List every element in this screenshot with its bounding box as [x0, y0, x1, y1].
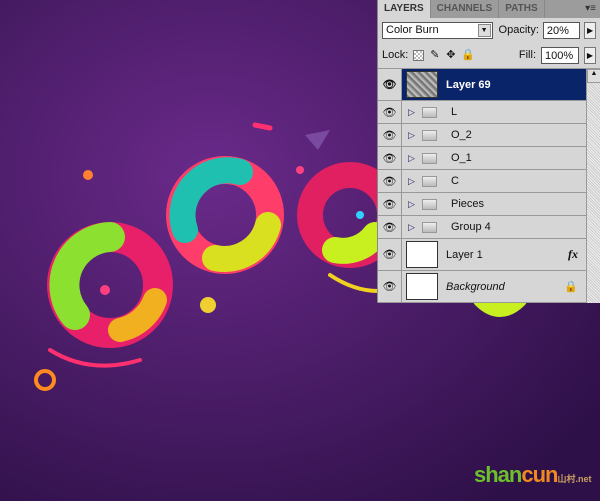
watermark-logo: shancun山村.net — [474, 462, 592, 488]
layer-row-c[interactable]: 👁 ▷ C — [378, 170, 586, 193]
eye-icon[interactable]: 👁 — [378, 147, 402, 169]
layer-name: Group 4 — [451, 221, 491, 233]
tab-paths[interactable]: PATHS — [499, 0, 545, 18]
lock-all-icon[interactable]: 🔒 — [461, 49, 475, 61]
panel-menu-icon[interactable]: ▾≡ — [585, 3, 596, 14]
eye-icon[interactable]: 👁 — [378, 101, 402, 123]
eye-icon[interactable]: 👁 — [378, 170, 402, 192]
fill-label: Fill: — [518, 49, 536, 61]
opacity-label: Opacity: — [498, 24, 539, 36]
layer-row-group-4[interactable]: 👁 ▷ Group 4 — [378, 216, 586, 239]
lock-transparency-icon[interactable] — [413, 49, 425, 61]
layer-thumbnail — [406, 273, 438, 300]
tab-channels[interactable]: CHANNELS — [431, 0, 500, 18]
opacity-slider-button[interactable]: ▶ — [584, 21, 596, 39]
folder-icon — [422, 221, 437, 233]
chevron-down-icon: ▼ — [477, 23, 491, 37]
fill-input[interactable]: 100% — [541, 46, 579, 64]
eye-icon[interactable]: 👁 — [378, 193, 402, 215]
lock-move-icon[interactable]: ✥ — [445, 49, 456, 61]
layer-name: Background — [446, 280, 505, 293]
expand-triangle-icon[interactable]: ▷ — [408, 176, 416, 187]
eye-icon[interactable]: 👁 — [378, 69, 402, 100]
eye-icon[interactable]: 👁 — [378, 239, 402, 270]
opacity-input[interactable]: 20% — [542, 21, 581, 39]
folder-icon — [422, 129, 437, 141]
layer-thumbnail — [406, 241, 438, 268]
folder-icon — [422, 198, 437, 210]
lock-icon: 🔒 — [564, 281, 578, 293]
layer-row-l[interactable]: 👁 ▷ L — [378, 101, 586, 124]
lock-brush-icon[interactable]: ✎ — [429, 49, 440, 61]
lock-label: Lock: — [382, 49, 409, 61]
eye-icon[interactable]: 👁 — [378, 216, 402, 238]
scroll-up-icon[interactable]: ▲ — [587, 69, 600, 83]
expand-triangle-icon[interactable]: ▷ — [408, 107, 416, 118]
layer-name: O_1 — [451, 152, 472, 164]
expand-triangle-icon[interactable]: ▷ — [408, 130, 416, 141]
layer-name: Layer 69 — [446, 78, 491, 91]
expand-triangle-icon[interactable]: ▷ — [408, 199, 416, 210]
layer-row-background[interactable]: 👁 Background 🔒 — [378, 271, 586, 303]
blend-mode-value: Color Burn — [386, 24, 439, 36]
folder-icon — [422, 152, 437, 164]
layer-row-o-2[interactable]: 👁 ▷ O_2 — [378, 124, 586, 147]
layer-name: Pieces — [451, 198, 485, 210]
watermark-text-shan: shan — [474, 462, 522, 487]
watermark-text-net: 山村.net — [557, 474, 592, 484]
eye-icon[interactable]: 👁 — [378, 271, 402, 302]
layers-panel: LAYERS CHANNELS PATHS ▾≡ Color Burn ▼ Opa… — [377, 0, 600, 303]
layer-thumbnail — [406, 71, 438, 98]
layer-row-pieces[interactable]: 👁 ▷ Pieces — [378, 193, 586, 216]
tab-layers[interactable]: LAYERS — [378, 0, 431, 18]
layer-name: Layer 1 — [446, 248, 483, 261]
expand-triangle-icon[interactable]: ▷ — [408, 153, 416, 164]
layer-row-layer-69[interactable]: 👁 Layer 69 — [378, 69, 586, 101]
panel-tabs: LAYERS CHANNELS PATHS ▾≡ — [378, 0, 600, 18]
layer-name: O_2 — [451, 129, 472, 141]
folder-icon — [422, 175, 437, 187]
layers-scrollbar[interactable]: ▲ — [586, 69, 600, 303]
folder-icon — [422, 106, 437, 118]
fx-icon[interactable]: fx — [568, 247, 578, 262]
layers-list: 👁 Layer 69 👁 ▷ L 👁 ▷ O_2 👁 ▷ O_1 👁 ▷ C 👁 ▷ Pieces … — [378, 69, 586, 303]
eye-icon[interactable]: 👁 — [378, 124, 402, 146]
fill-slider-button[interactable]: ▶ — [584, 46, 596, 64]
expand-triangle-icon[interactable]: ▷ — [408, 222, 416, 233]
watermark-text-cun: cun — [521, 462, 558, 487]
layer-name: L — [451, 106, 458, 118]
blend-mode-select[interactable]: Color Burn ▼ — [382, 21, 493, 39]
layer-row-layer-1[interactable]: 👁 Layer 1 fx — [378, 239, 586, 271]
layer-name: C — [451, 175, 459, 187]
layer-row-o-1[interactable]: 👁 ▷ O_1 — [378, 147, 586, 170]
